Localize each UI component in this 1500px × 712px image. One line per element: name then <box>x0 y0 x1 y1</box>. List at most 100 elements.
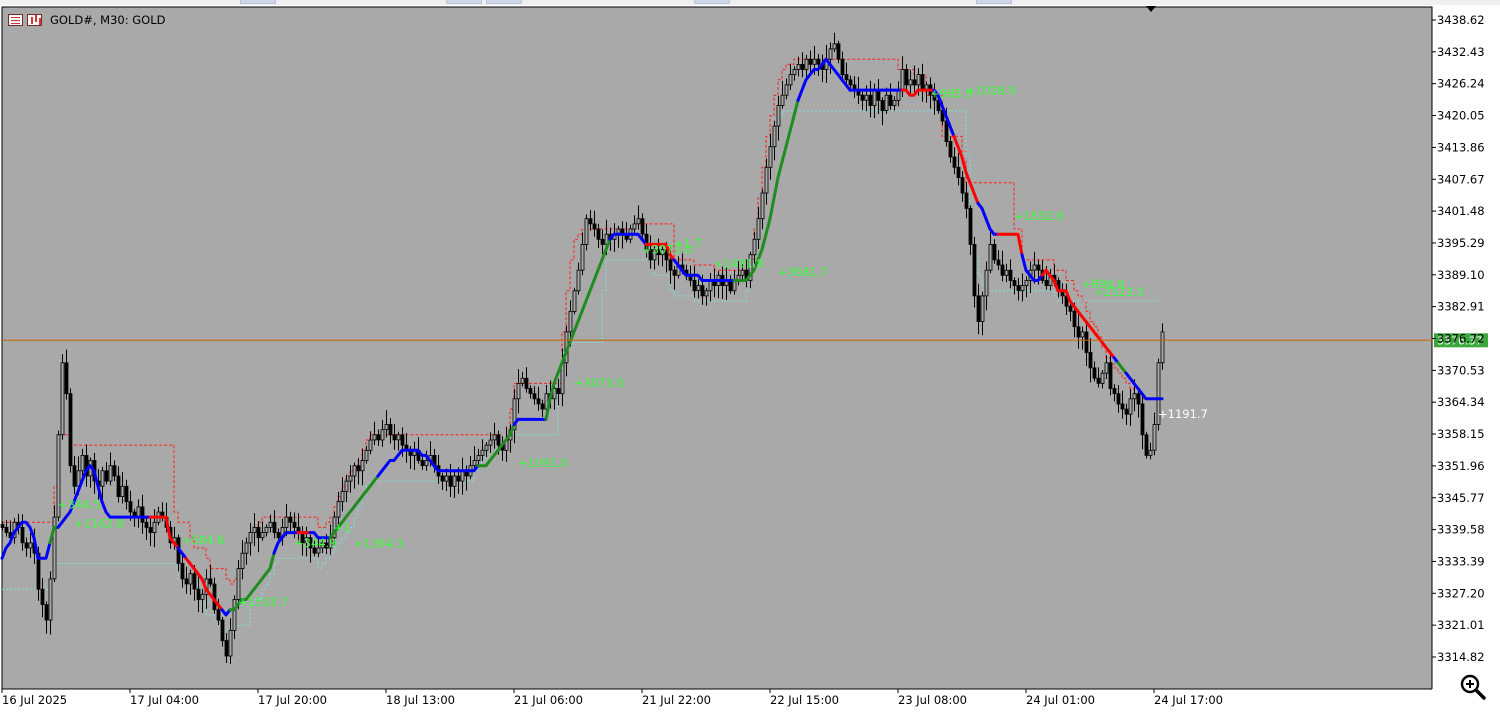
candle-body <box>248 532 253 544</box>
candle-body <box>148 527 153 533</box>
chart-icon[interactable] <box>27 14 42 26</box>
candle-body <box>100 470 105 487</box>
candle-body <box>888 94 893 106</box>
profit-label: +3681.7 <box>778 265 828 279</box>
candle-body <box>388 424 393 436</box>
candle-body <box>220 619 225 642</box>
candle-body <box>984 269 989 297</box>
candle-body <box>244 542 249 554</box>
candle-body <box>228 629 233 657</box>
candle-body <box>440 475 445 482</box>
candle-body <box>912 79 917 86</box>
candle-body <box>124 485 129 503</box>
candle-body <box>48 578 53 621</box>
candle-body <box>452 475 457 487</box>
profit-label: +1632.6 <box>1014 209 1064 223</box>
candle-body <box>740 269 745 276</box>
candle-body <box>792 69 797 75</box>
candle-body <box>640 218 645 235</box>
candle-body <box>1124 408 1129 415</box>
candle-body <box>532 393 537 400</box>
candle-body <box>1116 393 1121 405</box>
candle-body <box>988 243 993 271</box>
collapse-arrow-icon[interactable] <box>1146 6 1156 12</box>
profit-label: +1028.9 <box>966 84 1016 98</box>
candle <box>572 287 577 315</box>
y-tick-label: 3358.15 <box>1437 427 1485 441</box>
candle-body <box>28 542 33 549</box>
candle-body <box>448 475 453 487</box>
x-tick-label: 16 Jul 2025 <box>2 693 67 707</box>
candle-body <box>252 527 257 533</box>
list-icon[interactable] <box>8 14 23 26</box>
candle-body <box>380 429 385 441</box>
candle-body <box>536 398 541 405</box>
candle-body <box>20 527 25 544</box>
candle-body <box>492 434 497 441</box>
y-tick-label: 3401.48 <box>1437 204 1485 218</box>
candle-body <box>588 218 593 225</box>
candle-body <box>556 388 561 394</box>
x-tick-label: 17 Jul 20:00 <box>258 693 327 707</box>
x-tick-label: 17 Jul 04:00 <box>130 693 199 707</box>
profit-label: +1091.0 <box>518 456 568 470</box>
candle-body <box>1140 403 1145 436</box>
y-tick-label: 3370.53 <box>1437 363 1485 377</box>
candle-body <box>420 460 425 466</box>
candle-body <box>292 521 297 528</box>
y-tick-label: 3413.86 <box>1437 140 1485 154</box>
candle-body <box>864 94 869 101</box>
candle-body <box>840 58 845 76</box>
candle-body <box>576 269 581 292</box>
candle-body <box>112 465 117 477</box>
price-chart[interactable]: 3376.37 +344.5+1162.8+584.6+1533.7+344.9… <box>0 0 1500 712</box>
candle-body <box>968 207 973 245</box>
x-tick-label: 24 Jul 01:00 <box>1026 693 1095 707</box>
candle-body <box>140 506 145 523</box>
candle-body <box>908 79 913 86</box>
y-tick-label: 3395.29 <box>1437 236 1485 250</box>
candle-body <box>1016 285 1021 292</box>
y-tick-label: 3432.43 <box>1437 45 1485 59</box>
zoom-icon[interactable] <box>1458 672 1488 702</box>
candle-body <box>992 243 997 261</box>
candle-body <box>1120 403 1125 410</box>
candle-body <box>240 552 245 570</box>
candle-body <box>760 192 765 220</box>
candle-body <box>180 563 185 580</box>
y-tick-label: 3364.34 <box>1437 395 1485 409</box>
profit-label: +344.5 <box>58 497 101 511</box>
candle-body <box>1104 362 1109 374</box>
candle-body <box>1096 377 1101 384</box>
candle-body <box>396 434 401 441</box>
candle-body <box>392 434 397 441</box>
candle-body <box>976 295 981 322</box>
candle-body <box>1044 280 1049 286</box>
candle-body <box>784 84 789 96</box>
candle-body <box>184 578 189 585</box>
candle-body <box>520 377 525 384</box>
candle-body <box>196 588 201 600</box>
candle-body <box>876 89 881 101</box>
candle-body <box>780 94 785 106</box>
candle-body <box>572 290 577 312</box>
candle-body <box>580 243 585 271</box>
candle-body <box>188 573 193 585</box>
candle-body <box>796 64 801 70</box>
profit-label: +1364.3 <box>354 536 404 550</box>
candle-body <box>1000 264 1005 276</box>
candle-body <box>1108 362 1113 389</box>
candle-body <box>832 43 837 50</box>
candle-body <box>488 439 493 446</box>
candle-body <box>288 516 293 523</box>
y-tick-label: 3438.62 <box>1437 13 1485 27</box>
candle-body <box>1008 269 1013 281</box>
candle-body <box>24 542 29 549</box>
y-tick-label: 3351.96 <box>1437 459 1485 473</box>
candle-body <box>568 310 573 333</box>
candle-body <box>376 434 381 441</box>
candle-body <box>768 146 773 168</box>
candle-body <box>264 527 269 533</box>
y-tick-label: 3321.01 <box>1437 618 1485 632</box>
candle-body <box>1076 326 1081 338</box>
